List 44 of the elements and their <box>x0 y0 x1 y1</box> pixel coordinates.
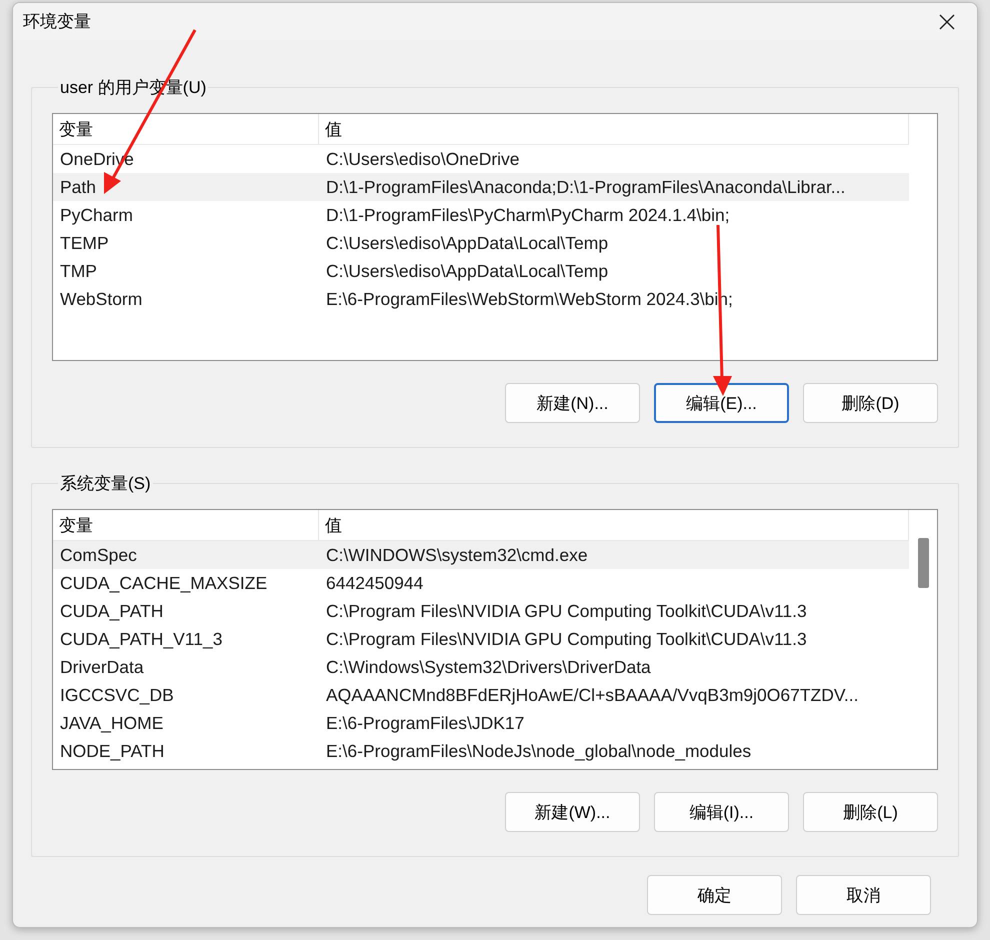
variable-name: CUDA_CACHE_MAXSIZE <box>59 572 268 594</box>
variable-value: D:\1-ProgramFiles\PyCharm\PyCharm 2024.1.4\bin; <box>325 204 731 226</box>
dialog-button[interactable]: 编辑(E)... <box>654 383 789 423</box>
variable-value: C:\Users\ediso\AppData\Local\Temp <box>325 232 610 254</box>
variable-value: C:\Users\ediso\OneDrive <box>325 148 521 170</box>
variable-name: TEMP <box>59 232 110 254</box>
variable-name: IGCCSVC_DB <box>59 684 175 706</box>
variable-table[interactable] <box>52 509 938 770</box>
table-row[interactable]: Path D:\1-ProgramFiles\Anaconda;D:\1-ProgramFiles\Anaconda\Librar... <box>53 173 909 201</box>
variable-name: NODE_PATH <box>59 740 166 762</box>
column-header[interactable]: 变量 <box>53 510 319 540</box>
close-icon <box>939 14 955 30</box>
variable-name: PyCharm <box>59 204 134 226</box>
variable-name: CUDA_PATH_V11_3 <box>59 628 224 650</box>
variable-value: AQAAANCMnd8BFdERjHoAwE/Cl+sBAAAA/VvqB3m9j0O67TZDV... <box>325 684 860 706</box>
window-title: 环境变量 <box>23 11 91 33</box>
variable-name: DriverData <box>59 656 145 678</box>
group-title: 系统变量(S) <box>59 473 152 495</box>
variable-name: ComSpec <box>59 544 138 566</box>
dialog-button[interactable]: 取消 <box>796 875 931 915</box>
variable-value: C:\Users\ediso\AppData\Local\Temp <box>325 260 610 282</box>
table-row[interactable]: ComSpec C:\WINDOWS\system32\cmd.exe <box>53 541 909 569</box>
variable-value: C:\Program Files\NVIDIA GPU Computing Toolkit\CUDA\v11.3 <box>325 600 808 622</box>
dialog-button[interactable]: 确定 <box>647 875 782 915</box>
variable-value: C:\Program Files\NVIDIA GPU Computing Toolkit\CUDA\v11.3 <box>325 628 808 650</box>
variable-value: C:\Windows\System32\Drivers\DriverData <box>325 656 652 678</box>
column-header[interactable]: 变量 <box>53 114 319 144</box>
variable-name: WebStorm <box>59 288 144 310</box>
dialog-button[interactable]: 编辑(I)... <box>654 792 789 832</box>
dialog-button[interactable]: 删除(L) <box>803 792 938 832</box>
variable-name: Path <box>59 176 97 198</box>
variable-value: C:\WINDOWS\system32\cmd.exe <box>325 544 589 566</box>
variable-value: E:\6-ProgramFiles\NodeJs\node_global\node_modules <box>325 740 752 762</box>
variable-name: TMP <box>59 260 98 282</box>
variable-value: 6442450944 <box>325 572 424 594</box>
dialog-button[interactable]: 新建(W)... <box>505 792 640 832</box>
scrollbar-thumb[interactable] <box>918 538 928 588</box>
dialog-button[interactable]: 新建(N)... <box>505 383 640 423</box>
variable-value: E:\6-ProgramFiles\JDK17 <box>325 712 526 734</box>
variable-name: CUDA_PATH <box>59 600 164 622</box>
variable-table[interactable] <box>52 113 938 361</box>
variable-name: JAVA_HOME <box>59 712 164 734</box>
dialog-button[interactable]: 删除(D) <box>803 383 938 423</box>
variable-value: D:\1-ProgramFiles\Anaconda;D:\1-ProgramFiles\Anaconda\Librar... <box>325 176 846 198</box>
